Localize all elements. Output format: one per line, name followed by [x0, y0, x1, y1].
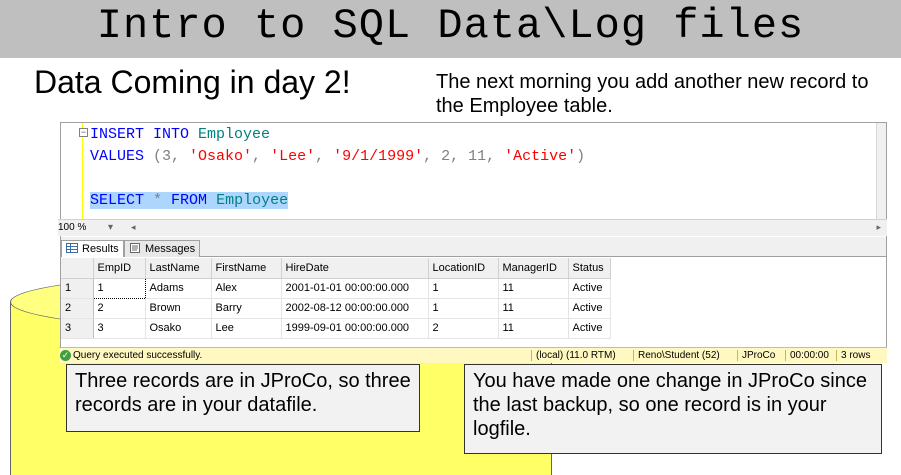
status-bar: ✓ Query executed successfully. (local) (… — [59, 347, 887, 363]
messages-icon — [129, 243, 141, 253]
column-header[interactable]: ManagerID — [498, 258, 569, 279]
code-line-1: INSERT INTO Employee — [90, 126, 270, 143]
code-keyword: SELECT — [90, 192, 145, 209]
grid-cell[interactable]: 1 — [428, 298, 499, 319]
row-number[interactable]: 2 — [61, 298, 94, 319]
zoom-level[interactable]: 100 % — [58, 222, 86, 233]
column-header[interactable]: Status — [568, 258, 611, 279]
tab-messages[interactable]: Messages — [124, 240, 201, 257]
grid-cell[interactable]: Adams — [145, 278, 212, 299]
grid-cell[interactable]: 1 — [92, 277, 146, 299]
zoom-dropdown-icon[interactable]: ▾ — [108, 222, 113, 233]
datafile-callout: Three records are in JProCo, so three re… — [66, 364, 420, 432]
grid-cell[interactable]: 11 — [498, 318, 569, 339]
tab-results-label: Results — [82, 243, 119, 255]
code-line-2: VALUES (3, 'Osako', 'Lee', '9/1/1999', 2… — [90, 148, 585, 165]
ssms-window: − INSERT INTO Employee VALUES (3, 'Osako… — [58, 122, 887, 363]
code-punct: , — [315, 148, 334, 165]
query-editor[interactable]: − INSERT INTO Employee VALUES (3, 'Osako… — [61, 123, 886, 219]
grid-cell[interactable]: Lee — [211, 318, 282, 339]
grid-cell[interactable]: Osako — [145, 318, 212, 339]
grid-cell[interactable]: 11 — [498, 298, 569, 319]
code-table-name: Employee — [198, 126, 271, 143]
code-string: 'Osako' — [189, 148, 253, 165]
tab-messages-label: Messages — [145, 243, 196, 255]
table-row[interactable]: 3 3 Osako Lee 1999-09-01 00:00:00.000 2 … — [61, 318, 611, 339]
column-header[interactable]: HireDate — [281, 258, 429, 279]
code-string: 'Lee' — [270, 148, 316, 165]
column-header[interactable]: FirstName — [211, 258, 282, 279]
column-header[interactable]: LocationID — [428, 258, 499, 279]
column-header[interactable]: LastName — [145, 258, 212, 279]
code-string: 'Active' — [504, 148, 577, 165]
grid-cell[interactable]: 2001-01-01 00:00:00.000 — [281, 278, 429, 299]
editor-gutter — [61, 123, 83, 219]
success-check-icon: ✓ — [60, 350, 71, 361]
code-line-3: SELECT * FROM Employee — [90, 192, 289, 209]
grid-cell[interactable]: 2002-08-12 00:00:00.000 — [281, 298, 429, 319]
grid-cell[interactable]: Brown — [145, 298, 212, 319]
grid-cell[interactable]: 1999-09-01 00:00:00.000 — [281, 318, 429, 339]
table-row[interactable]: 2 2 Brown Barry 2002-08-12 00:00:00.000 … — [61, 298, 611, 319]
table-row[interactable]: 1 1 Adams Alex 2001-01-01 00:00:00.000 1… — [61, 277, 611, 299]
grid-icon — [66, 243, 78, 253]
grid-cell[interactable]: 2 — [93, 298, 146, 319]
grid-cell[interactable]: 3 — [93, 318, 146, 339]
slide-title: Intro to SQL Data\Log files — [96, 2, 805, 50]
grid-cell[interactable]: Active — [568, 278, 611, 299]
intro-text: The next morning you add another new rec… — [436, 71, 869, 117]
row-number[interactable]: 1 — [61, 278, 94, 299]
code-keyword: INSERT INTO — [90, 126, 190, 143]
scroll-right-icon[interactable]: ▸ — [876, 222, 881, 233]
grid-cell[interactable]: Active — [568, 318, 611, 339]
status-server: (local) (11.0 RTM) — [531, 350, 616, 361]
grid-cell[interactable]: 2 — [428, 318, 499, 339]
results-tabs: Results Messages — [61, 237, 886, 257]
grid-cell[interactable]: Alex — [211, 278, 282, 299]
grid-header-row: EmpID LastName FirstName HireDate Locati… — [61, 258, 611, 279]
collapse-icon[interactable]: − — [79, 128, 88, 137]
scroll-left-icon[interactable]: ◂ — [131, 222, 136, 233]
code-string: '9/1/1999' — [333, 148, 424, 165]
code-punct: * — [144, 192, 172, 209]
selected-code: SELECT * FROM Employee — [90, 192, 289, 209]
column-header[interactable]: EmpID — [93, 258, 146, 279]
logfile-callout: You have made one change in JProCo since… — [464, 364, 882, 454]
code-punct: ) — [576, 148, 586, 165]
editor-vertical-scrollbar[interactable] — [876, 123, 886, 219]
slide-subtitle: Data Coming in day 2! — [34, 64, 351, 100]
code-punct: , 2, 11, — [423, 148, 505, 165]
grid-cell[interactable]: Barry — [211, 298, 282, 319]
code-punct: (3, — [144, 148, 190, 165]
status-time: 00:00:00 — [785, 350, 829, 361]
row-number[interactable]: 3 — [61, 318, 94, 339]
status-database: JProCo — [737, 350, 775, 361]
code-table-name: Employee — [216, 192, 289, 209]
code-punct: , — [252, 148, 271, 165]
code-keyword: FROM — [171, 192, 208, 209]
tab-results[interactable]: Results — [61, 240, 124, 257]
zoom-bar: 100 % ▾ ◂ ▸ — [58, 219, 887, 236]
status-user: Reno\Student (52) — [633, 350, 720, 361]
results-grid[interactable]: EmpID LastName FirstName HireDate Locati… — [61, 258, 886, 342]
code-keyword: VALUES — [90, 148, 145, 165]
grid-cell[interactable]: 1 — [428, 278, 499, 299]
grid-cell[interactable]: Active — [568, 298, 611, 319]
status-rows: 3 rows — [836, 350, 870, 361]
grid-cell[interactable]: 11 — [498, 278, 569, 299]
status-message: Query executed successfully. — [73, 350, 203, 361]
grid-corner[interactable] — [61, 258, 94, 279]
